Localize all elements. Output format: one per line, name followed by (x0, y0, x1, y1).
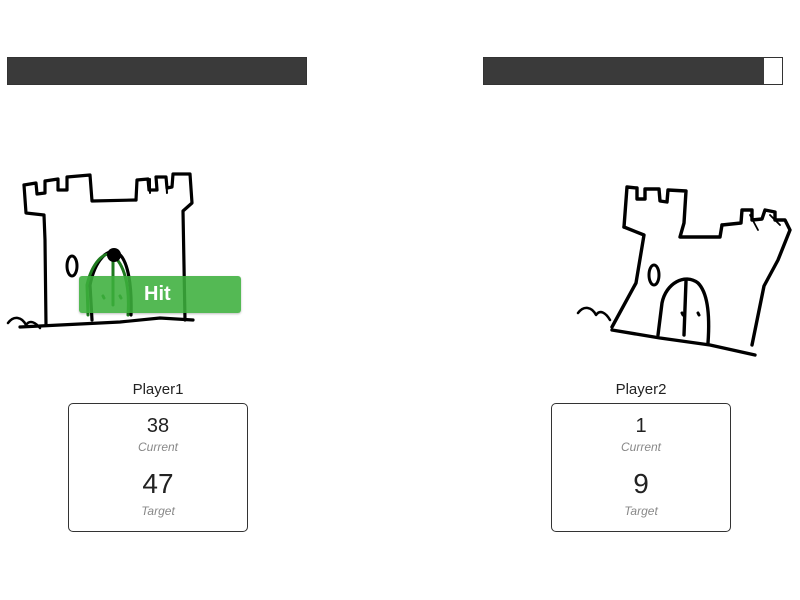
player2-current-score: 1 (635, 415, 647, 437)
player1-health-fill (8, 58, 306, 84)
player1-name: Player1 (132, 381, 184, 398)
player2-health-fill (484, 58, 765, 84)
player2-target-score: 9 (633, 468, 649, 499)
player1-scorecard: 38 Current 47 Target (68, 403, 248, 532)
player2-scorecard: 1 Current 9 Target (551, 403, 731, 532)
player2-health-bar (483, 57, 783, 85)
player1-health-bar (7, 57, 307, 85)
player1-current-label: Current (137, 440, 178, 454)
player1-target-label: Target (141, 504, 175, 518)
hit-button[interactable]: Hit (79, 276, 241, 313)
player2-current-label: Current (620, 440, 661, 454)
castle2-sketch-icon (576, 185, 792, 357)
player1-current-score: 38 (146, 415, 170, 437)
player2-target-label: Target (624, 504, 658, 518)
player1-target-score: 47 (142, 468, 174, 499)
player2-name: Player2 (615, 381, 667, 398)
